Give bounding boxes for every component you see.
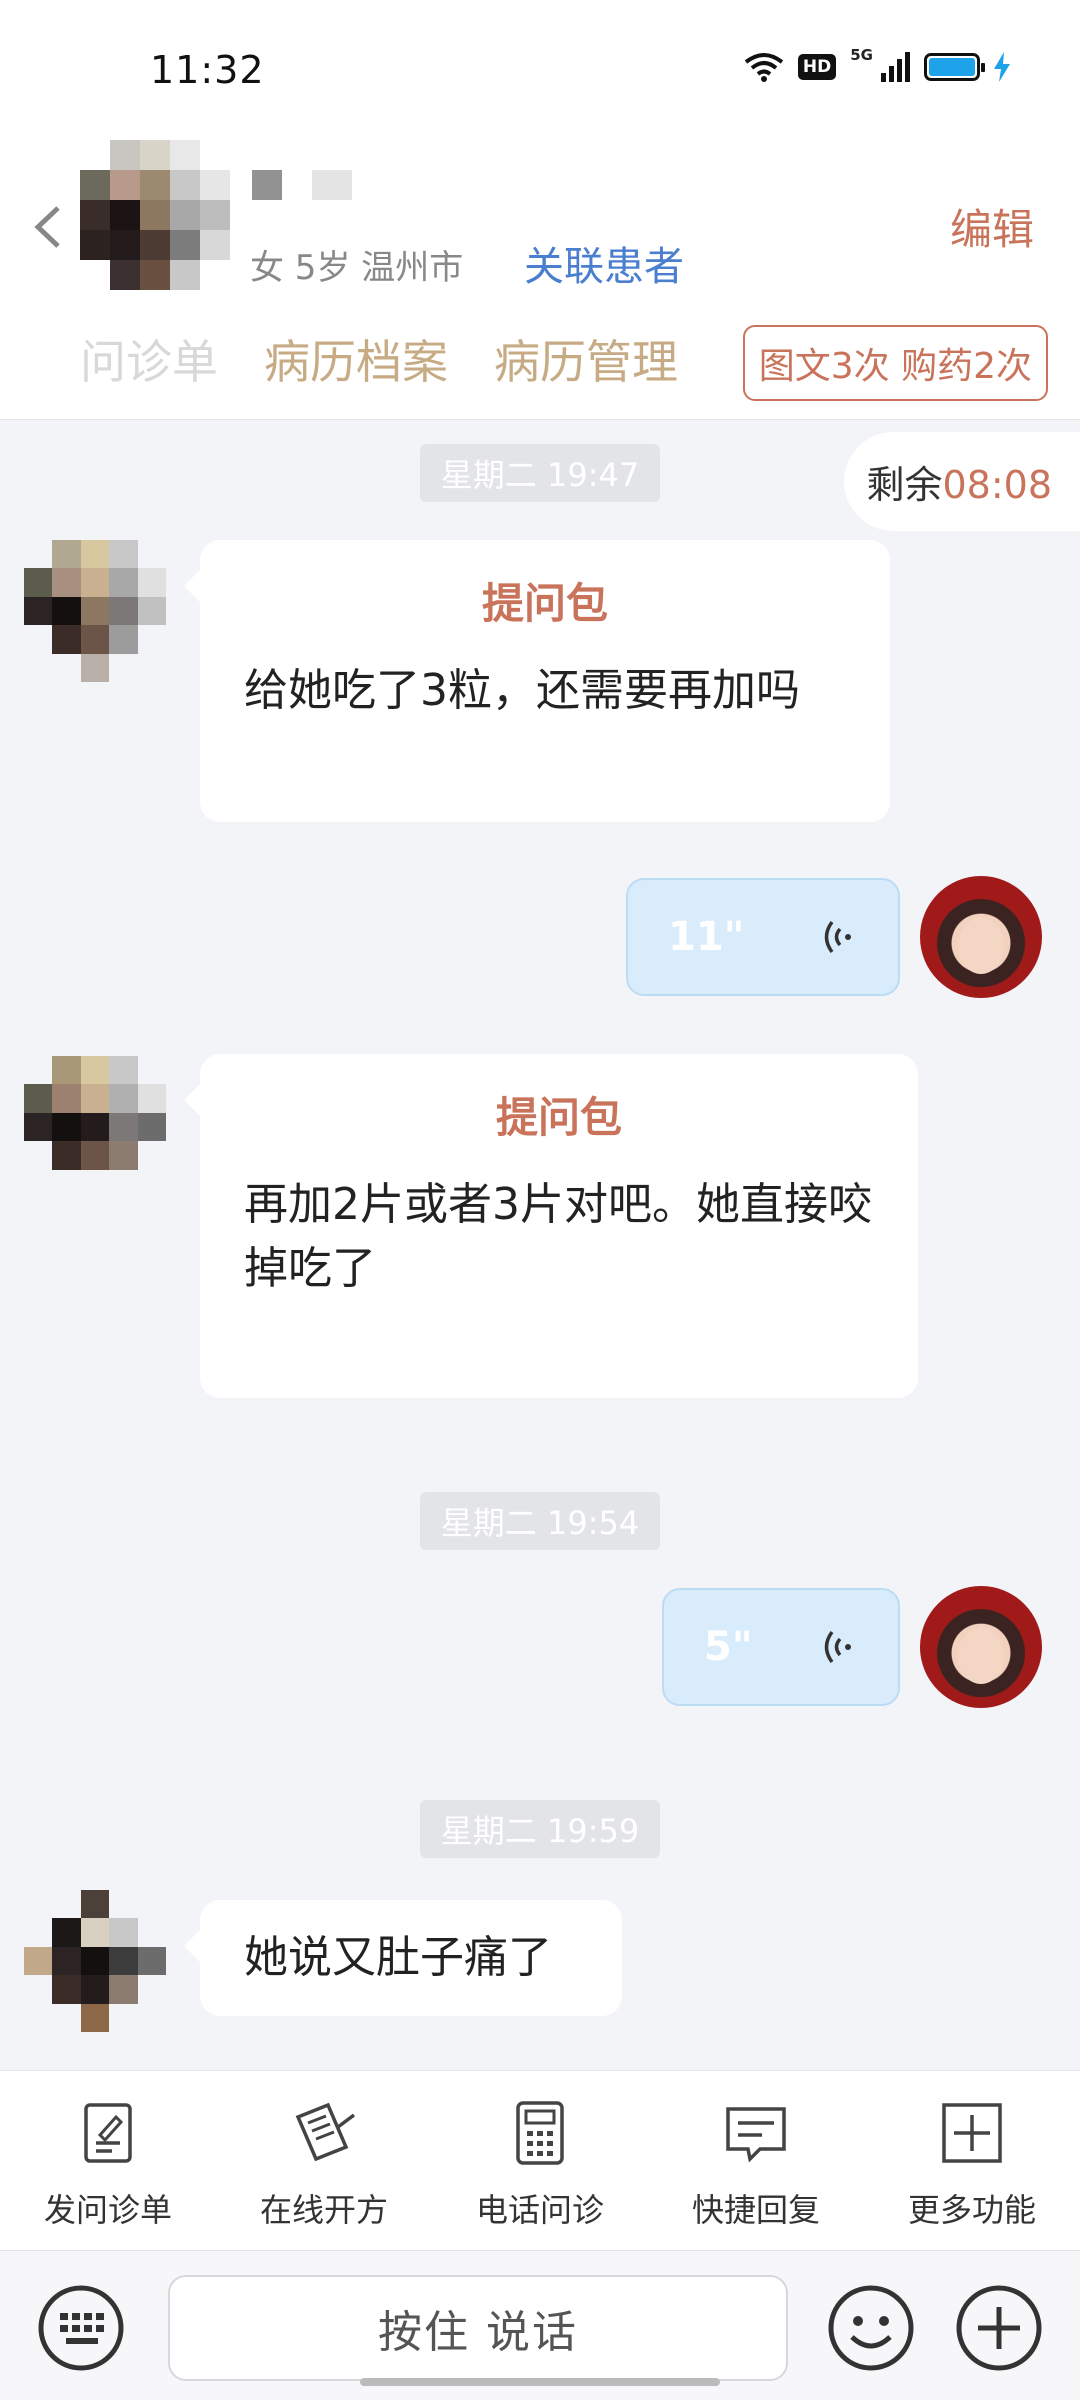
quick-reply-button[interactable]: 快捷回复 [648,2071,864,2250]
voice-wave-icon [824,1630,851,1664]
question-pack-title: 提问包 [495,1093,622,1142]
tab-records-management[interactable]: 病历管理 [494,326,678,392]
doctor-avatar[interactable] [920,1586,1042,1708]
more-functions-button[interactable]: 更多功能 [864,2071,1080,2250]
chat-bubble-icon [726,2107,786,2163]
voice-message-bubble[interactable]: 11" [626,878,900,996]
patient-avatar[interactable] [80,140,230,290]
hd-badge: HD [797,54,837,80]
timestamp: 星期二 19:59 [420,1800,660,1858]
tool-label: 在线开方 [259,2191,388,2229]
message-text: 她说又肚子痛了 [244,1932,552,1983]
battery-icon [924,53,985,81]
online-prescription-button[interactable]: 在线开方 [216,2071,432,2250]
patient-avatar-small[interactable] [24,540,166,682]
voice-duration: 11" [668,914,745,960]
voice-wave-icon [824,920,851,954]
wifi-icon [744,53,784,82]
status-bar: 11:32 HD 5G [0,0,1080,130]
phone-icon [516,2101,564,2165]
tool-label: 更多功能 [907,2191,1036,2229]
question-pack-title: 提问包 [481,579,608,628]
timestamp: 星期二 19:47 [420,444,660,502]
emoji-icon[interactable] [826,2283,916,2373]
send-consult-form-button[interactable]: 发问诊单 [0,2071,216,2250]
remaining-count: 08:08 [942,463,1052,507]
remaining-label: 剩余 [866,463,943,507]
voice-message-bubble[interactable]: 5" [662,1588,900,1706]
hold-to-talk-button[interactable]: 按住 说话 [168,2275,788,2381]
header-tabs: 问诊单 病历档案 病历管理 [80,326,678,392]
back-icon[interactable] [30,202,66,252]
doctor-avatar[interactable] [920,876,1042,998]
network-label: 5G [850,46,873,64]
patient-avatar-small[interactable] [24,1056,166,1198]
patient-name-redacted [252,170,352,200]
tool-label: 发问诊单 [43,2191,172,2229]
tab-medical-records[interactable]: 病历档案 [264,326,448,392]
keyboard-icon[interactable] [36,2283,126,2373]
tool-label: 电话问诊 [475,2191,604,2229]
tab-consult-form[interactable]: 问诊单 [80,326,218,392]
edit-button[interactable]: 编辑 [950,196,1034,257]
chat-header: 女 5岁 温州市 关联患者 编辑 问诊单 病历档案 病历管理 图文3次 购药2次 [0,130,1080,420]
chat-area[interactable]: 星期二 19:47 剩余08:08 提问包 给她吃了3粒，还需要再加吗 11" … [0,420,1080,2070]
message-bubble[interactable]: 提问包 给她吃了3粒，还需要再加吗 [184,540,890,822]
tool-label: 快捷回复 [691,2191,820,2229]
message-bubble[interactable]: 提问包 再加2片或者3片对吧。她直接咬掉吃了 [184,1054,918,1398]
status-icons: HD 5G [744,46,1010,82]
message-text: 给她吃了3粒，还需要再加吗 [244,665,800,716]
remaining-time-badge: 剩余08:08 [844,432,1080,531]
message-bubble[interactable]: 她说又肚子痛了 [184,1900,622,2016]
voice-duration: 5" [704,1624,753,1670]
function-toolbar: 发问诊单 在线开方 电话问诊 快捷回复 更多功能 [0,2070,1080,2250]
status-time: 11:32 [150,48,265,92]
battery-fill [929,58,975,76]
home-indicator [360,2378,720,2386]
prescription-icon [295,2102,356,2162]
quota-badge[interactable]: 图文3次 购药2次 [742,325,1048,401]
message-text: 再加2片或者3片对吧。她直接咬掉吃了 [244,1179,872,1294]
add-icon[interactable] [954,2283,1044,2373]
link-patient-button[interactable]: 关联患者 [524,234,684,292]
charging-icon [994,52,1010,82]
input-bar: 按住 说话 [0,2250,1080,2400]
form-edit-icon [84,2103,132,2163]
patient-avatar-small[interactable] [24,1890,166,2032]
plus-square-icon [942,2103,1002,2163]
phone-consult-button[interactable]: 电话问诊 [432,2071,648,2250]
patient-info: 女 5岁 温州市 [250,248,464,288]
signal-icon [881,52,910,82]
timestamp: 星期二 19:54 [420,1492,660,1550]
